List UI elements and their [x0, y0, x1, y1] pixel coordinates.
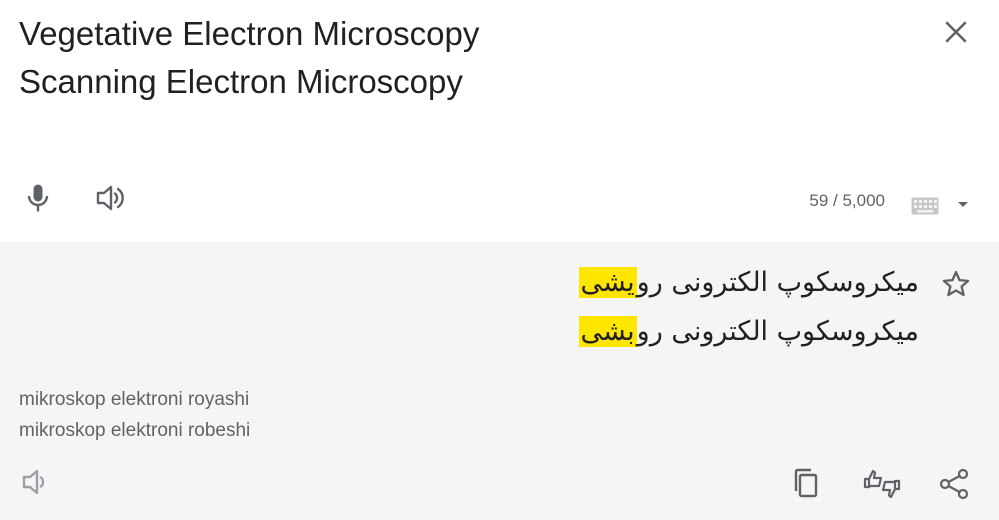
share-translation-button[interactable]	[938, 468, 970, 500]
transliteration-line: mikroskop elektroni royashi	[19, 389, 250, 410]
star-icon	[942, 270, 970, 297]
character-count: 59 / 5,000	[809, 191, 885, 210]
source-line: Vegetative Electron Microscopy	[19, 15, 480, 52]
listen-translation-button[interactable]	[20, 468, 52, 496]
keyboard-icon	[911, 197, 939, 215]
thumbs-up-down-icon	[863, 469, 901, 499]
share-icon	[939, 468, 969, 500]
translation-text: میکروسکوپ الکترونی رویشی میکروسکوپ الکتر…	[359, 258, 919, 356]
translation-panel: میکروسکوپ الکترونی رویشی میکروسکوپ الکتر…	[0, 242, 999, 520]
translation-line: میکروسکوپ الکترونی روبشی	[359, 307, 919, 356]
copy-icon	[794, 468, 818, 498]
rate-translation-button[interactable]	[862, 468, 902, 500]
input-tools-button[interactable]	[911, 197, 939, 215]
speaker-icon	[22, 469, 45, 495]
source-line: Scanning Electron Microscopy	[19, 63, 463, 100]
chevron-down-icon	[958, 202, 968, 207]
source-textarea[interactable]: Vegetative Electron Microscopy Scanning …	[19, 10, 919, 106]
clear-source-button[interactable]	[938, 14, 974, 50]
transliteration-line: mikroskop elektroni robeshi	[19, 420, 251, 441]
transliteration: mikroskop elektroni royashi mikroskop el…	[19, 384, 250, 446]
speaker-icon	[96, 185, 124, 211]
save-translation-button[interactable]	[941, 269, 971, 299]
copy-translation-button[interactable]	[792, 468, 822, 500]
highlighted-suffix: یشی	[578, 267, 637, 298]
translation-line-text: میکروسکوپ الکترونی رو	[636, 267, 919, 298]
input-tools-dropdown[interactable]	[956, 199, 970, 209]
listen-source-button[interactable]	[92, 180, 128, 216]
translation-line-text: میکروسکوپ الکترونی رو	[636, 316, 919, 347]
translation-line: میکروسکوپ الکترونی رویشی	[359, 258, 919, 307]
voice-input-button[interactable]	[20, 180, 56, 216]
highlighted-suffix: بشی	[578, 316, 637, 347]
source-panel: Vegetative Electron Microscopy Scanning …	[0, 0, 999, 242]
microphone-icon	[27, 184, 49, 212]
close-icon	[945, 21, 967, 43]
